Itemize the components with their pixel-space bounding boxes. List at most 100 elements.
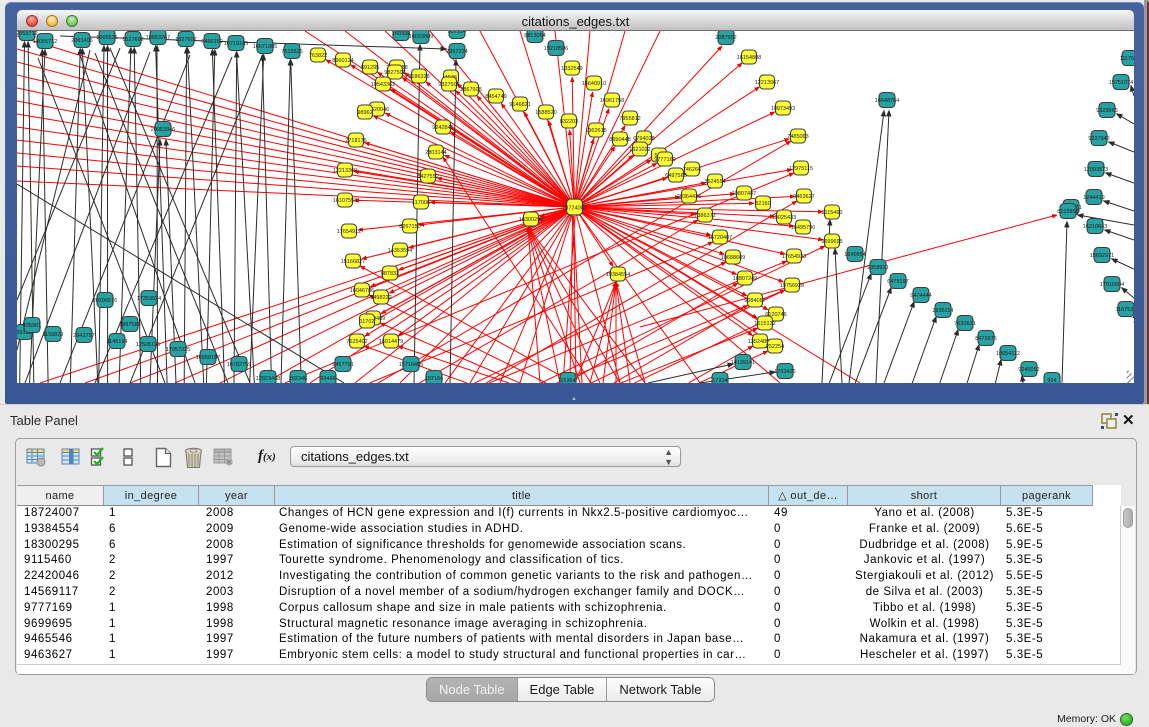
svg-text:1640954: 1640954 (844, 252, 865, 258)
svg-text:10807487: 10807487 (732, 191, 756, 197)
svg-text:20364436: 20364436 (677, 194, 701, 200)
svg-text:8427552: 8427552 (417, 174, 438, 180)
svg-text:2087652: 2087652 (715, 35, 736, 41)
svg-text:7632621: 7632621 (954, 321, 975, 327)
svg-text:16107553: 16107553 (333, 198, 357, 204)
svg-text:17957225: 17957225 (166, 347, 190, 353)
svg-text:1733426: 1733426 (774, 369, 795, 375)
svg-text:10958107: 10958107 (196, 355, 220, 361)
svg-text:15166827: 15166827 (341, 259, 365, 265)
svg-text:763822: 763822 (309, 53, 327, 59)
svg-text:8471676: 8471676 (975, 336, 996, 342)
svg-text:9245052: 9245052 (1018, 367, 1039, 373)
svg-text:1332549: 1332549 (561, 66, 582, 72)
svg-text:14055712: 14055712 (33, 39, 57, 45)
svg-text:252254: 252254 (766, 344, 784, 350)
svg-text:8267150: 8267150 (399, 224, 420, 230)
svg-text:19756928: 19756928 (780, 283, 804, 289)
svg-text:17334: 17334 (712, 378, 727, 383)
svg-text:9827503: 9827503 (384, 70, 405, 76)
svg-text:7357224: 7357224 (446, 49, 467, 55)
svg-text:887833: 887833 (381, 271, 399, 277)
svg-text:12213369: 12213369 (333, 168, 357, 174)
svg-text:9463627: 9463627 (793, 194, 814, 200)
svg-text:11702: 11702 (360, 319, 375, 325)
svg-text:157164: 157164 (425, 376, 443, 382)
svg-text:8186328: 8186328 (408, 74, 429, 80)
svg-text:1065526: 1065526 (96, 35, 117, 41)
svg-text:2055712: 2055712 (17, 31, 38, 37)
svg-text:14139141: 14139141 (731, 360, 755, 366)
svg-text:16782759: 16782759 (227, 362, 251, 368)
svg-text:1527602: 1527602 (122, 37, 143, 43)
svg-text:16033809: 16033809 (409, 34, 433, 40)
svg-text:8215955: 8215955 (1057, 209, 1078, 215)
svg-text:19384554: 19384554 (606, 272, 630, 278)
svg-text:8454749: 8454749 (485, 94, 506, 100)
svg-text:9474444: 9474444 (910, 293, 931, 299)
svg-text:435901: 435901 (23, 323, 41, 329)
svg-text:9457791: 9457791 (332, 362, 353, 368)
svg-text:17654923: 17654923 (782, 254, 806, 260)
svg-text:98962: 98962 (357, 110, 372, 116)
svg-text:7625402: 7625402 (346, 339, 367, 345)
svg-text:16671385: 16671385 (253, 44, 277, 50)
svg-text:93466: 93466 (320, 376, 335, 382)
svg-text:17359924: 17359924 (137, 296, 161, 302)
svg-text:7386372: 7386372 (694, 213, 715, 219)
svg-text:957224: 957224 (448, 31, 466, 35)
svg-text:10973493: 10973493 (771, 106, 795, 112)
svg-text:10653267: 10653267 (146, 35, 170, 41)
svg-text:891295: 891295 (361, 65, 379, 71)
svg-text:9084067: 9084067 (744, 298, 765, 304)
svg-text:7955812: 7955812 (619, 116, 640, 122)
svg-text:16640910: 16640910 (582, 81, 606, 87)
svg-text:117006: 117006 (412, 200, 430, 206)
svg-text:2803144: 2803144 (425, 150, 446, 156)
svg-text:2718176: 2718176 (345, 138, 366, 144)
svg-text:1156829: 1156829 (42, 332, 63, 338)
svg-text:10543362: 10543362 (371, 82, 395, 88)
svg-text:14353594: 14353594 (388, 248, 412, 254)
svg-text:16961758: 16961758 (600, 98, 624, 104)
svg-text:6466160: 6466160 (201, 39, 222, 45)
svg-text:16495796: 16495796 (791, 225, 815, 231)
svg-text:18724007: 18724007 (562, 206, 586, 212)
svg-text:1588520: 1588520 (535, 110, 556, 116)
svg-text:9329966: 9329966 (1096, 108, 1117, 114)
svg-text:15720407: 15720407 (708, 235, 732, 241)
svg-text:12505135: 12505135 (136, 342, 160, 348)
svg-text:12923468: 12923468 (256, 376, 280, 382)
svg-text:17016504: 17016504 (1100, 282, 1124, 288)
svg-text:924: 924 (1047, 378, 1056, 383)
svg-text:15716485: 15716485 (399, 362, 423, 368)
svg-text:9115460: 9115460 (821, 210, 842, 216)
svg-text:62160: 62160 (755, 201, 770, 207)
svg-text:1362615: 1362615 (585, 128, 606, 134)
svg-text:1527602: 1527602 (175, 37, 196, 43)
svg-text:3624554: 3624554 (704, 179, 725, 185)
svg-text:8660124: 8660124 (332, 58, 353, 64)
svg-text:10719185: 10719185 (224, 41, 248, 47)
svg-text:12975115: 12975115 (789, 166, 813, 172)
svg-text:1615132: 1615132 (754, 321, 775, 327)
svg-text:1621022: 1621022 (629, 147, 650, 153)
svg-text:20053346: 20053346 (151, 127, 175, 133)
svg-text:2867608: 2867608 (460, 87, 481, 93)
svg-text:9699695: 9699695 (821, 239, 842, 245)
svg-text:7515526: 7515526 (281, 49, 302, 55)
svg-text:2935114: 2935114 (932, 308, 953, 314)
svg-text:18807249: 18807249 (733, 276, 757, 282)
svg-text:292346: 292346 (289, 376, 307, 382)
svg-text:9146821: 9146821 (509, 102, 530, 108)
svg-text:1167533: 1167533 (1115, 307, 1134, 313)
svg-text:16154808: 16154808 (737, 55, 761, 61)
svg-text:18300295: 18300295 (519, 217, 543, 223)
svg-text:6479197: 6479197 (887, 279, 908, 285)
svg-text:3498222: 3498222 (370, 295, 391, 301)
svg-text:1244419: 1244419 (1083, 195, 1104, 201)
svg-text:9997588: 9997588 (119, 322, 140, 328)
svg-text:15364: 15364 (560, 378, 575, 383)
svg-text:15692971: 15692971 (1090, 253, 1114, 259)
svg-text:2942757: 2942757 (73, 333, 94, 339)
